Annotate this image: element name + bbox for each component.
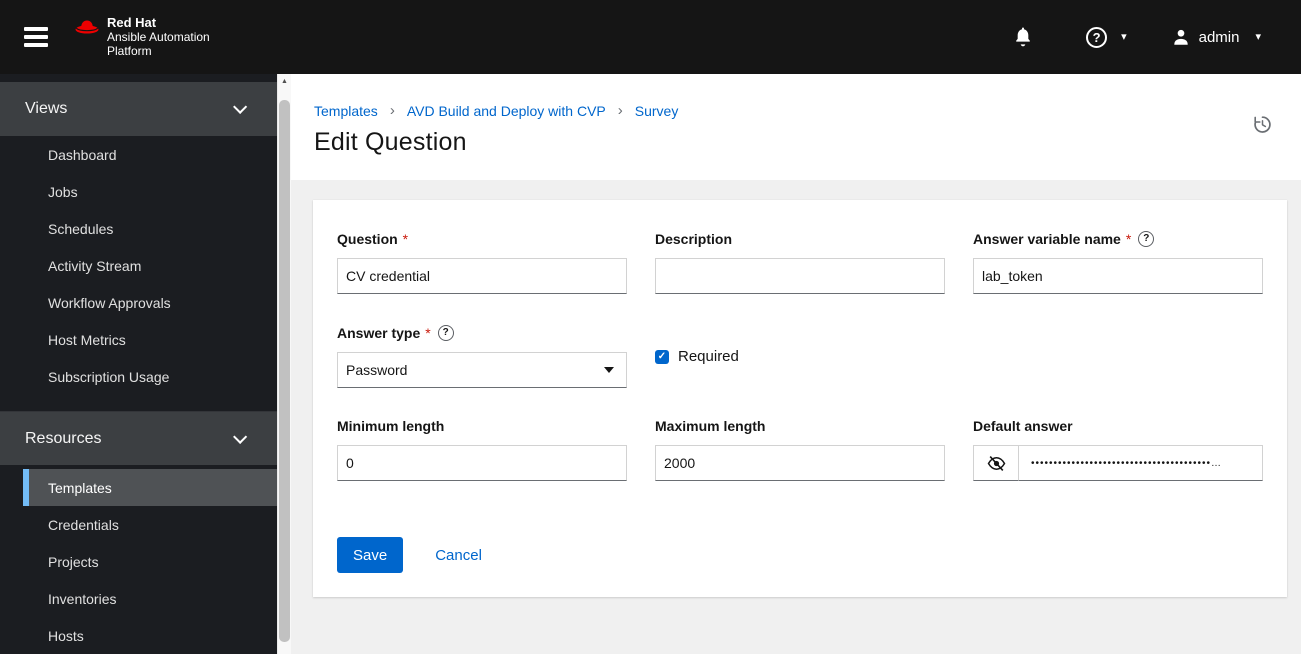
section-label: Resources [25, 429, 102, 447]
required-asterisk: * [402, 230, 409, 247]
description-input[interactable] [655, 258, 945, 294]
save-button[interactable]: Save [337, 537, 404, 573]
answer-type-selected-value: Password [346, 362, 408, 378]
breadcrumb-separator: › [617, 102, 623, 119]
question-input[interactable] [337, 258, 627, 294]
description-label: Description [655, 230, 733, 247]
answer-type-label: Answer type [337, 324, 421, 341]
default-answer-input[interactable] [1018, 445, 1263, 481]
sidebar-item-credentials[interactable]: Credentials [23, 506, 277, 543]
minimum-length-input[interactable] [337, 445, 627, 481]
scrollbar-up-arrow[interactable]: ▲ [278, 74, 291, 89]
page-title: Edit Question [314, 128, 467, 156]
sidebar-item-jobs[interactable]: Jobs [23, 173, 277, 210]
maximum-length-label: Maximum length [655, 417, 766, 434]
edit-question-form-card: Question * Description Answer variab [313, 200, 1287, 597]
sidebar-nav: Views Dashboard Jobs Schedules Activity … [0, 74, 277, 654]
sidebar-section-resources[interactable]: Resources [0, 411, 277, 465]
breadcrumb-separator: › [389, 102, 395, 119]
sidebar-item-workflow-approvals[interactable]: Workflow Approvals [23, 284, 277, 321]
eye-slash-icon [987, 455, 1005, 471]
sidebar-item-activity-stream[interactable]: Activity Stream [23, 247, 277, 284]
required-checkbox-label[interactable]: Required [678, 348, 739, 365]
nav-toggle-hamburger-icon[interactable] [24, 27, 48, 47]
maximum-length-input[interactable] [655, 445, 945, 481]
page-header: Templates › AVD Build and Deploy with CV… [291, 74, 1301, 180]
bell-icon [1016, 27, 1030, 47]
masthead: Red Hat Ansible Automation Platform ? ▾ … [0, 0, 1301, 74]
sidebar-item-host-metrics[interactable]: Host Metrics [23, 321, 277, 358]
chevron-down-icon: ▾ [1255, 30, 1261, 43]
redhat-hat-icon [75, 20, 99, 34]
scrollbar-thumb[interactable] [279, 100, 290, 642]
breadcrumb-templates[interactable]: Templates [314, 103, 378, 119]
minimum-length-label: Minimum length [337, 417, 445, 434]
sidebar-item-dashboard[interactable]: Dashboard [23, 136, 277, 173]
brand-line2: Ansible Automation [107, 30, 210, 44]
answer-type-select[interactable]: Password [337, 352, 627, 388]
answer-variable-name-label: Answer variable name [973, 230, 1121, 247]
chevron-down-icon [233, 99, 248, 114]
sidebar-item-templates[interactable]: Templates [23, 469, 277, 506]
notifications-button[interactable] [1012, 26, 1034, 48]
help-popover-icon[interactable]: ? [437, 324, 454, 341]
breadcrumb: Templates › AVD Build and Deploy with CV… [314, 102, 1277, 119]
sidebar-item-schedules[interactable]: Schedules [23, 210, 277, 247]
sidebar-item-hosts[interactable]: Hosts [23, 617, 277, 654]
main-content: Templates › AVD Build and Deploy with CV… [291, 74, 1301, 654]
user-icon [1173, 29, 1188, 45]
brand-logo: Red Hat Ansible Automation Platform [74, 16, 210, 58]
chevron-down-icon [233, 429, 248, 444]
answer-variable-name-input[interactable] [973, 258, 1263, 294]
sidebar-item-subscription-usage[interactable]: Subscription Usage [23, 358, 277, 395]
default-answer-group [973, 445, 1263, 481]
breadcrumb-template-name[interactable]: AVD Build and Deploy with CVP [407, 103, 606, 119]
required-checkbox-field: ✓ Required [655, 324, 945, 388]
help-menu-button[interactable]: ? ▾ [1086, 26, 1127, 48]
help-popover-icon[interactable]: ? [1138, 230, 1155, 247]
sidebar-section-views[interactable]: Views [0, 82, 277, 136]
brand-line3: Platform [107, 44, 152, 58]
breadcrumb-survey[interactable]: Survey [635, 103, 679, 119]
default-answer-label: Default answer [973, 417, 1073, 434]
chevron-down-icon: ▾ [1121, 30, 1127, 43]
question-label: Question [337, 230, 398, 247]
sidebar-item-inventories[interactable]: Inventories [23, 580, 277, 617]
help-icon: ? [1086, 26, 1108, 48]
brand-line1: Red Hat [107, 15, 157, 30]
history-icon [1254, 116, 1271, 133]
username-label: admin [1198, 28, 1240, 46]
required-asterisk: * [1125, 230, 1132, 247]
page-body: Question * Description Answer variab [291, 180, 1301, 654]
section-label: Views [25, 100, 68, 117]
sidebar-item-projects[interactable]: Projects [23, 543, 277, 580]
cancel-button[interactable]: Cancel [435, 547, 482, 564]
chevron-down-icon [604, 367, 614, 373]
user-menu-button[interactable]: admin ▾ [1171, 27, 1261, 47]
vertical-scrollbar: ▲ [277, 74, 291, 654]
activity-history-button[interactable] [1252, 114, 1273, 138]
required-asterisk: * [425, 324, 431, 341]
required-checkbox[interactable]: ✓ [655, 349, 669, 364]
toggle-password-visibility-button[interactable] [973, 445, 1019, 481]
